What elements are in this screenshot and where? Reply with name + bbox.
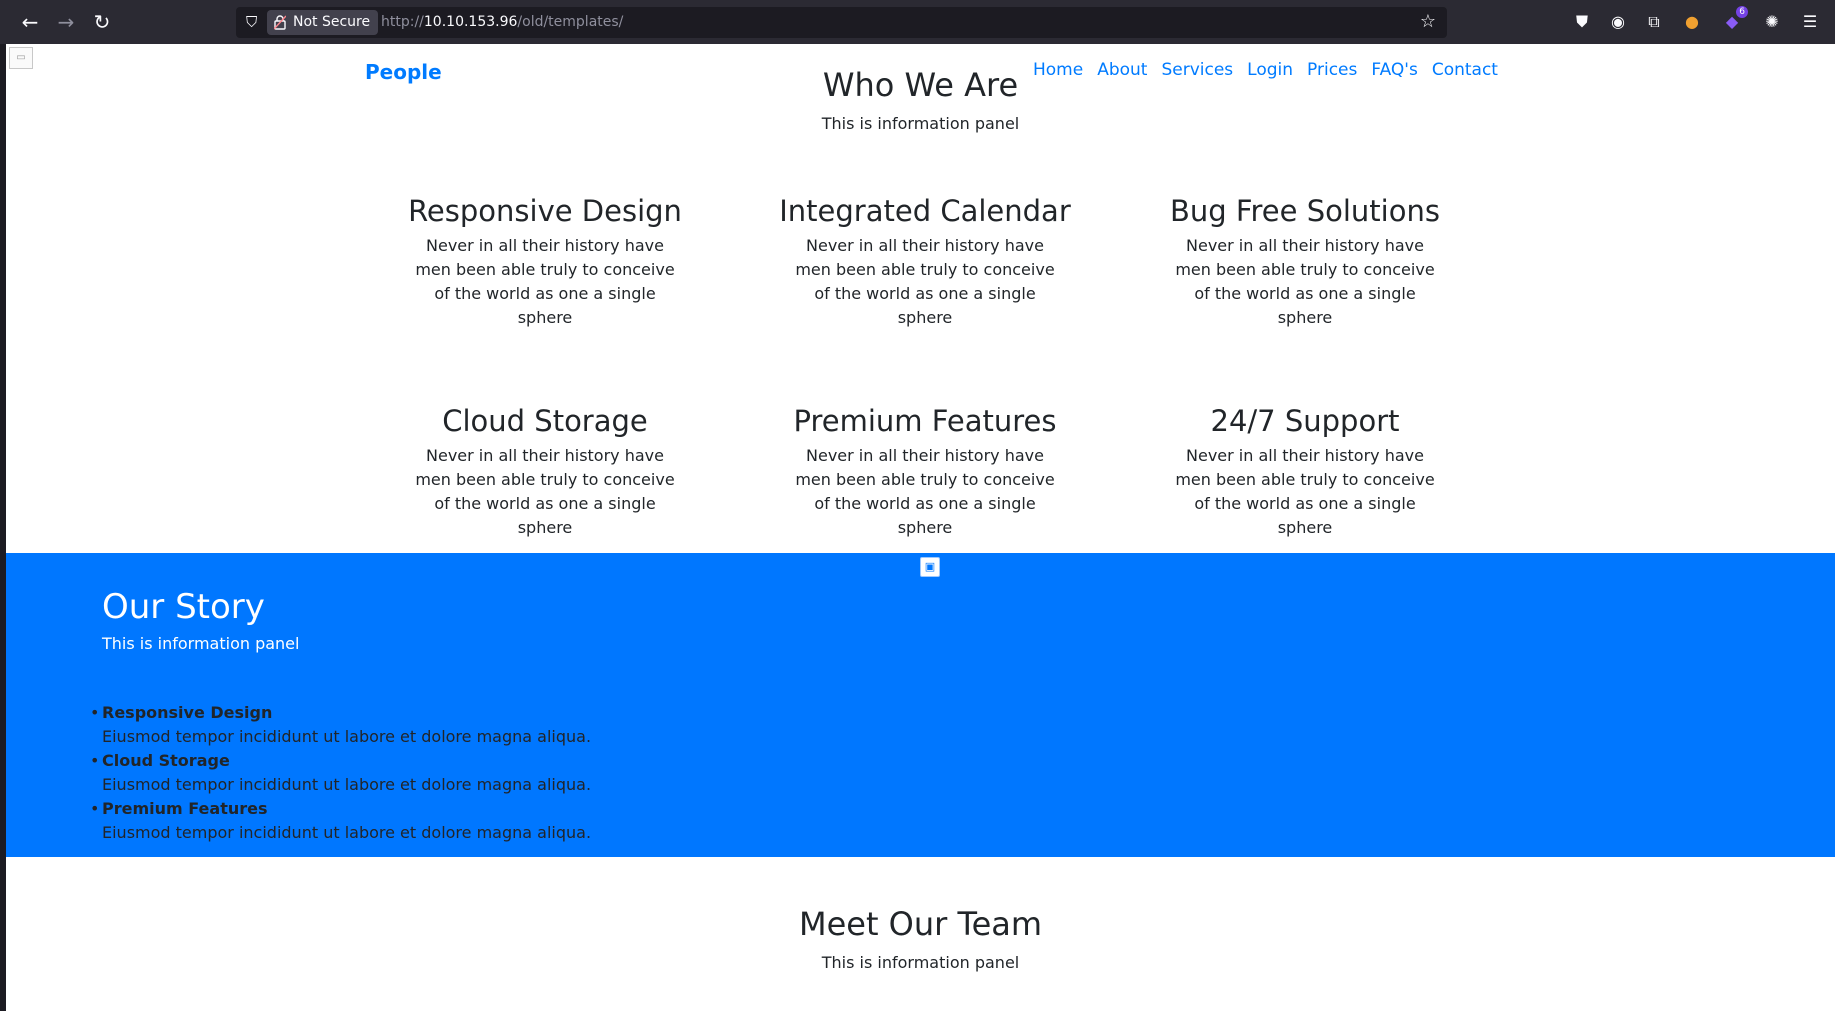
feature-text: Never in all their history have men been… <box>1175 236 1435 327</box>
feature-title: Responsive Design <box>408 194 682 228</box>
url-text[interactable]: http://10.10.153.96/old/templates/ <box>381 7 623 38</box>
feature-card: Responsive Design Never in all their his… <box>355 194 735 330</box>
feature-card: Bug Free Solutions Never in all their hi… <box>1115 194 1495 330</box>
feature-title: Premium Features <box>793 404 1057 438</box>
extension-gem-icon[interactable]: ◆ 6 <box>1720 6 1748 34</box>
our-story-section: ▣ Our Story This is information panel • … <box>6 553 1835 857</box>
story-list: • Responsive Design Eiusmod tempor incid… <box>90 701 592 845</box>
pocket-icon[interactable]: ⛊ <box>1570 10 1594 34</box>
list-item: • Cloud Storage Eiusmod tempor incididun… <box>90 749 592 797</box>
url-scheme: http:// <box>381 14 424 30</box>
feature-card: Integrated Calendar Never in all their h… <box>735 194 1115 330</box>
feature-text: Never in all their history have men been… <box>795 236 1055 327</box>
team-title: Meet Our Team <box>798 905 1043 943</box>
broken-image-icon: ▣ <box>920 557 940 577</box>
feature-title: 24/7 Support <box>1210 404 1400 438</box>
feature-card: Cloud Storage Never in all their history… <box>355 404 735 540</box>
page-content: ▭ People Home About Services Login Price… <box>6 44 1835 1011</box>
list-item-title: Premium Features <box>102 799 268 818</box>
browser-toolbar: ← → ↻ ⛉ Not Secure http://10.10.153.96/o… <box>0 0 1835 44</box>
who-we-are-title: Who We Are <box>822 66 1019 104</box>
list-item-title: Cloud Storage <box>102 751 230 770</box>
security-indicator[interactable]: Not Secure <box>267 10 379 35</box>
url-host: 10.10.153.96 <box>423 14 518 30</box>
address-bar[interactable]: ⛉ Not Secure http://10.10.153.96/old/tem… <box>236 7 1447 38</box>
list-item-title: Responsive Design <box>102 703 273 722</box>
account-icon[interactable]: ◉ <box>1606 10 1630 34</box>
team-subtitle: This is information panel <box>821 953 1020 972</box>
bullet-icon: • <box>90 751 100 770</box>
bullet-icon: • <box>90 703 100 722</box>
feature-card: Premium Features Never in all their hist… <box>735 404 1115 540</box>
url-path: /old/templates/ <box>517 14 624 30</box>
list-item: • Responsive Design Eiusmod tempor incid… <box>90 701 592 749</box>
feature-title: Bug Free Solutions <box>1170 194 1440 228</box>
feature-text: Never in all their history have men been… <box>1175 446 1435 537</box>
feature-text: Never in all their history have men been… <box>795 446 1055 537</box>
security-label: Not Secure <box>293 14 371 30</box>
list-item-text: Eiusmod tempor incididunt ut labore et d… <box>102 823 592 842</box>
who-we-are-subtitle: This is information panel <box>821 114 1020 133</box>
extension-badge: 6 <box>1736 6 1748 18</box>
cookie-extension-icon[interactable]: ● <box>1680 10 1704 34</box>
forward-arrow-icon[interactable]: → <box>52 8 80 36</box>
back-arrow-icon[interactable]: ← <box>16 8 44 36</box>
list-item-text: Eiusmod tempor incididunt ut labore et d… <box>102 727 592 746</box>
bookmark-star-icon[interactable]: ☆ <box>1417 11 1439 33</box>
feature-text: Never in all their history have men been… <box>415 446 675 537</box>
list-item-text: Eiusmod tempor incididunt ut labore et d… <box>102 775 592 794</box>
feature-title: Integrated Calendar <box>779 194 1071 228</box>
feature-card: 24/7 Support Never in all their history … <box>1115 404 1495 540</box>
our-story-title: Our Story <box>102 587 265 627</box>
feature-title: Cloud Storage <box>442 404 648 438</box>
reload-icon[interactable]: ↻ <box>88 8 116 36</box>
hamburger-menu-icon[interactable]: ☰ <box>1798 10 1822 34</box>
extensions-puzzle-icon[interactable]: ⧉ <box>1642 10 1666 34</box>
feature-text: Never in all their history have men been… <box>415 236 675 327</box>
our-story-subtitle: This is information panel <box>102 634 300 653</box>
bullet-icon: • <box>90 799 100 818</box>
settings-cookie-icon[interactable]: ✺ <box>1760 10 1784 34</box>
insecure-lock-icon <box>274 15 286 30</box>
list-item: • Premium Features Eiusmod tempor incidi… <box>90 797 592 845</box>
tracking-shield-icon[interactable]: ⛉ <box>246 13 262 31</box>
